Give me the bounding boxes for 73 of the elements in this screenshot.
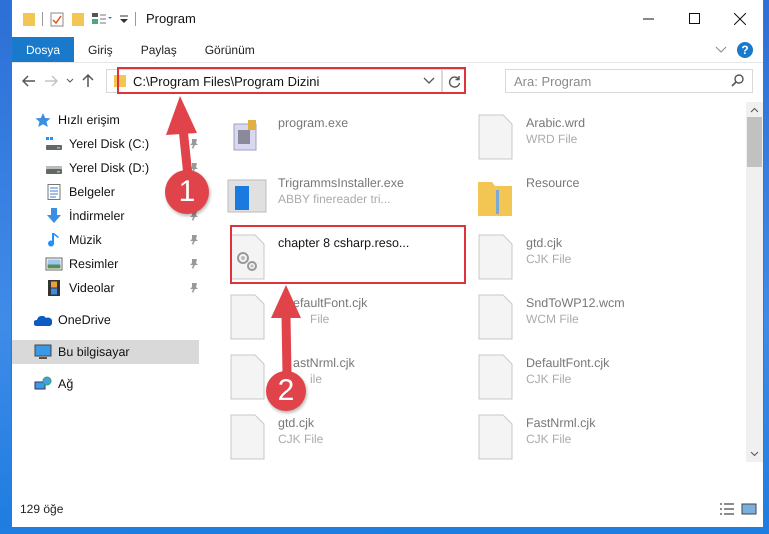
file-name[interactable]: Arabic.wrd xyxy=(526,116,586,130)
file-type: CJK File xyxy=(526,252,572,266)
pin-icon xyxy=(189,258,199,270)
nav-item[interactable]: Yerel Disk (C:) xyxy=(12,132,156,156)
file-type: ABBY finereader tri... xyxy=(278,192,390,206)
help-button[interactable]: ? xyxy=(737,42,753,58)
file-name[interactable]: DefaultFont.cjk xyxy=(526,356,610,370)
item-count: 129 öğe xyxy=(20,502,64,516)
pin-icon xyxy=(189,282,199,294)
pin-icon xyxy=(189,162,199,174)
properties-icon[interactable] xyxy=(49,10,65,26)
network-icon xyxy=(34,376,52,392)
star-icon xyxy=(34,112,52,128)
nav-item[interactable]: Müzik xyxy=(12,228,108,252)
file-type: CJK File xyxy=(278,432,324,446)
nav-item[interactable]: OneDrive xyxy=(12,308,117,332)
file-name[interactable]: SndToWP12.wcm xyxy=(526,296,625,310)
file-name[interactable]: efaultFont.cjk xyxy=(293,296,368,310)
film-icon xyxy=(45,280,63,296)
nav-item[interactable]: Resimler xyxy=(12,252,124,276)
file-type: WCM File xyxy=(526,312,579,326)
ribbon-tab[interactable]: Görünüm xyxy=(190,37,269,62)
up-button[interactable] xyxy=(82,74,94,88)
file-name[interactable]: program.exe xyxy=(278,116,348,130)
expand-ribbon-icon[interactable] xyxy=(715,46,727,54)
pin-icon xyxy=(189,138,199,150)
file-name[interactable]: TrigrammsInstaller.exe xyxy=(278,176,404,190)
nav-item[interactable]: Ağ xyxy=(12,372,80,396)
nav-item[interactable]: Bu bilgisayar xyxy=(12,340,199,364)
file-type: WRD File xyxy=(526,132,578,146)
file-name[interactable]: gtd.cjk xyxy=(526,236,562,250)
file-name[interactable]: FastNrml.cjk xyxy=(526,416,596,430)
ribbon-tab[interactable]: Dosya xyxy=(12,37,74,62)
close-icon xyxy=(734,12,746,24)
address-field[interactable]: C:\Program Files\Program Dizini xyxy=(106,69,442,93)
search-icon[interactable] xyxy=(731,74,744,87)
recent-locations-button[interactable] xyxy=(66,78,74,84)
file-type: CJK File xyxy=(526,432,572,446)
nav-item[interactable]: Hızlı erişim xyxy=(12,108,126,132)
scroll-down-icon[interactable] xyxy=(750,451,759,457)
file-type: ile xyxy=(310,372,322,386)
maximize-icon xyxy=(688,13,700,24)
view-menu-icon[interactable] xyxy=(91,10,113,26)
scroll-up-icon[interactable] xyxy=(750,107,759,113)
refresh-icon xyxy=(448,74,460,88)
customize-caret-icon[interactable] xyxy=(119,12,129,24)
nav-item[interactable]: Videolar xyxy=(12,276,121,300)
file-type: CJK File xyxy=(526,372,572,386)
drive-icon xyxy=(45,136,63,152)
minimize-icon xyxy=(642,18,654,20)
file-name[interactable]: gtd.cjk xyxy=(278,416,314,430)
image-icon xyxy=(45,256,63,272)
ribbon-tab[interactable]: Paylaş xyxy=(126,37,191,62)
computer-icon xyxy=(34,344,52,360)
nav-item[interactable]: Belgeler xyxy=(12,180,121,204)
window-title: Program xyxy=(146,11,196,26)
download-icon xyxy=(45,208,63,224)
scrollbar[interactable] xyxy=(746,102,763,462)
pin-icon xyxy=(189,234,199,246)
details-view-icon[interactable] xyxy=(719,502,735,516)
file-name[interactable]: chapter 8 csharp.reso... xyxy=(278,236,410,250)
file-name[interactable]: Resource xyxy=(526,176,580,190)
ribbon-tab[interactable]: Giriş xyxy=(74,37,127,62)
nav-item[interactable]: İndirmeler xyxy=(12,204,131,228)
nav-item[interactable]: Yerel Disk (D:) xyxy=(12,156,156,180)
file-name[interactable]: astNrml.cjk xyxy=(293,356,355,370)
dropdown-caret-icon[interactable] xyxy=(423,77,435,85)
search-field[interactable]: Ara: Program xyxy=(505,69,753,93)
file-type: File xyxy=(310,312,330,326)
scroll-thumb[interactable] xyxy=(747,117,762,167)
document-icon xyxy=(45,184,63,200)
back-button[interactable] xyxy=(22,75,36,87)
large-icons-view-icon[interactable] xyxy=(741,502,757,516)
